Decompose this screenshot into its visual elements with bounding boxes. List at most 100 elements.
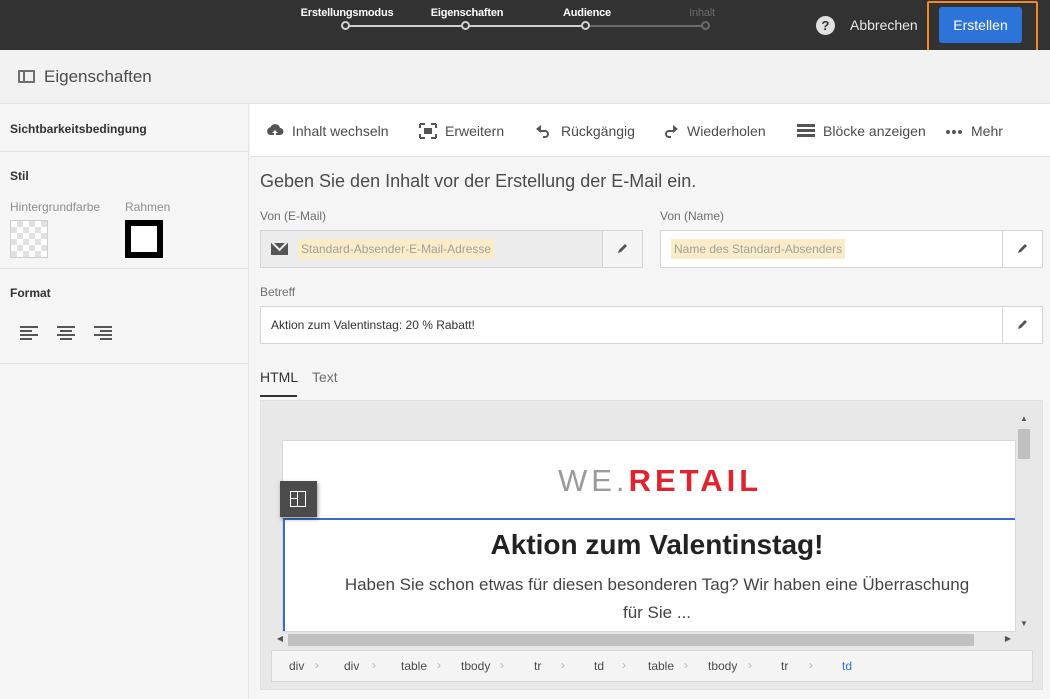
breadcrumb-separator: ›	[622, 658, 626, 672]
email-canvas[interactable]: WE.RETAIL Aktion zum Valentinstag! Haben…	[282, 440, 1016, 632]
breadcrumb-item[interactable]: tr	[781, 659, 788, 673]
block-handle[interactable]	[280, 481, 317, 517]
scroll-up-arrow-icon[interactable]: ▲	[1018, 414, 1030, 423]
brand-logo: WE.RETAIL	[558, 463, 762, 499]
email-editor: WE.RETAIL Aktion zum Valentinstag! Haben…	[260, 400, 1043, 690]
scroll-down-arrow-icon[interactable]: ▼	[1018, 619, 1030, 628]
panel-toggle-icon[interactable]	[18, 70, 35, 83]
block-layout-icon	[290, 491, 306, 507]
step-dot-erstellungsmodus[interactable]	[341, 21, 350, 30]
breadcrumb-item[interactable]: tbody	[708, 659, 737, 673]
step-label: Inhalt	[689, 7, 715, 19]
border-label: Rahmen	[125, 200, 171, 214]
tool-label: Mehr	[971, 123, 1003, 139]
horizontal-scrollbar[interactable]: ◀ ▶	[274, 633, 1016, 646]
breadcrumb-item[interactable]: table	[648, 659, 674, 673]
from-name-placeholder: Name des Standard-Absenders	[671, 239, 846, 259]
step-connector	[586, 25, 706, 27]
visibility-section[interactable]: Sichtbarkeitsbedingung	[0, 104, 249, 152]
step-dot-eigenschaften[interactable]	[461, 21, 470, 30]
format-title: Format	[10, 286, 51, 300]
breadcrumb-separator: ›	[748, 658, 752, 672]
breadcrumb-item[interactable]: tr	[534, 659, 541, 673]
tab-text[interactable]: Text	[312, 369, 338, 397]
subject-value: Aktion zum Valentinstag: 20 % Rabatt!	[271, 318, 475, 332]
border-swatch[interactable]	[125, 220, 163, 258]
cancel-button[interactable]: Abbrechen	[850, 15, 918, 35]
create-button[interactable]: Erstellen	[939, 7, 1022, 43]
from-email-placeholder: Standard-Absender-E-Mail-Adresse	[298, 239, 495, 259]
align-right-icon[interactable]	[94, 326, 112, 340]
edit-from-email-button[interactable]	[602, 231, 642, 267]
logo-text: WE.	[558, 463, 629, 498]
pencil-icon	[1018, 244, 1027, 253]
more-dots-icon	[945, 123, 963, 139]
properties-sidebar: Sichtbarkeitsbedingung Stil Hintergrundf…	[0, 104, 249, 699]
tool-label: Erweitern	[445, 123, 505, 139]
breadcrumb-item[interactable]: tbody	[461, 659, 490, 673]
redo-icon	[661, 123, 679, 139]
style-title: Stil	[10, 169, 29, 183]
breadcrumb-separator: ›	[315, 658, 319, 672]
breadcrumb-separator: ›	[500, 658, 504, 672]
visibility-title: Sichtbarkeitsbedingung	[10, 122, 147, 136]
vertical-scrollbar[interactable]: ▲ ▼	[1018, 414, 1030, 628]
breadcrumb-separator: ›	[684, 658, 688, 672]
blocks-icon	[797, 123, 815, 139]
breadcrumb-separator: ›	[809, 658, 813, 672]
step-label[interactable]: Eigenschaften	[431, 7, 504, 19]
breadcrumb-item[interactable]: div	[344, 659, 359, 673]
pencil-icon	[1018, 320, 1027, 329]
from-email-field[interactable]: Standard-Absender-E-Mail-Adresse	[260, 230, 643, 268]
step-connector	[466, 25, 586, 27]
logo-text: RETAIL	[628, 463, 763, 498]
from-email-label: Von (E-Mail)	[260, 209, 327, 223]
undo-icon	[535, 123, 553, 139]
tool-label: Rückgängig	[561, 123, 635, 139]
cloud-upload-icon	[266, 123, 284, 139]
tool-label: Wiederholen	[687, 123, 766, 139]
email-subline[interactable]: Haben Sie schon etwas für diesen besonde…	[343, 571, 971, 627]
subject-label: Betreff	[260, 285, 296, 299]
format-section	[0, 269, 249, 364]
scroll-thumb[interactable]	[288, 634, 974, 646]
editor-toolbar: Inhalt wechseln Erweitern Rückgängig Wie…	[250, 104, 1050, 157]
tool-label: Blöcke anzeigen	[823, 123, 926, 139]
from-name-label: Von (Name)	[660, 209, 725, 223]
tab-html[interactable]: HTML	[260, 369, 298, 397]
step-connector	[346, 25, 466, 27]
bg-color-swatch[interactable]	[10, 220, 48, 258]
edit-subject-button[interactable]	[1002, 307, 1042, 343]
scroll-left-arrow-icon[interactable]: ◀	[274, 634, 286, 643]
main-content: Inhalt wechseln Erweitern Rückgängig Wie…	[250, 104, 1050, 699]
breadcrumb-item-current[interactable]: td	[842, 659, 852, 673]
align-left-icon[interactable]	[20, 326, 38, 340]
intro-text: Geben Sie den Inhalt vor der Erstellung …	[260, 171, 697, 191]
breadcrumb-item[interactable]: table	[401, 659, 427, 673]
step-dot-inhalt	[701, 21, 710, 30]
breadcrumb-separator: ›	[561, 658, 565, 672]
breadcrumb-separator: ›	[372, 658, 376, 672]
bg-color-label: Hintergrundfarbe	[10, 200, 101, 214]
dom-breadcrumb: div › div › table › tbody › tr › td › ta…	[271, 650, 1033, 682]
scroll-right-arrow-icon[interactable]: ▶	[1002, 634, 1014, 643]
subject-field[interactable]: Aktion zum Valentinstag: 20 % Rabatt!	[260, 306, 1043, 344]
pencil-icon	[618, 244, 627, 253]
from-name-field[interactable]: Name des Standard-Absenders	[660, 230, 1043, 268]
step-label[interactable]: Audience	[563, 7, 611, 19]
breadcrumb-item[interactable]: div	[289, 659, 304, 673]
mail-icon	[271, 243, 288, 255]
edit-from-name-button[interactable]	[1002, 231, 1042, 267]
breadcrumb-item[interactable]: td	[594, 659, 604, 673]
scroll-thumb[interactable]	[1018, 429, 1030, 459]
page-title: Eigenschaften	[44, 67, 152, 86]
tool-label: Inhalt wechseln	[292, 123, 389, 139]
help-icon[interactable]: ?	[816, 16, 835, 35]
page-header: Eigenschaften	[0, 50, 1050, 104]
expand-icon	[419, 123, 437, 139]
align-center-icon[interactable]	[57, 326, 75, 340]
step-label[interactable]: Erstellungsmodus	[301, 7, 394, 19]
email-headline[interactable]: Aktion zum Valentinstag!	[283, 529, 1015, 561]
step-dot-audience[interactable]	[581, 21, 590, 30]
breadcrumb-separator: ›	[437, 658, 441, 672]
